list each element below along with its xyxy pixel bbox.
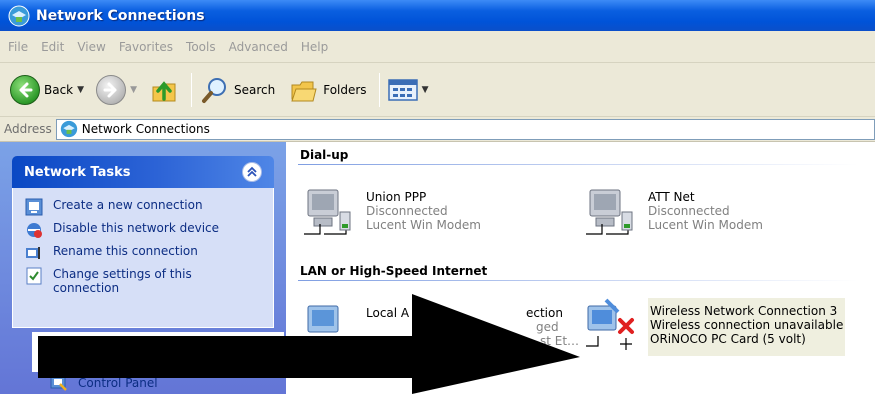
network-connections-icon (8, 5, 30, 26)
title-bar[interactable]: Network Connections (0, 0, 875, 31)
control-panel-link[interactable]: Control Panel (50, 374, 158, 392)
network-connections-icon (60, 120, 77, 138)
connection-name: ATT Net (648, 190, 695, 204)
other-places-panel (32, 332, 284, 372)
connection-status: Wireless connection unavailable (650, 318, 844, 332)
task-label: Rename this connection (53, 244, 198, 258)
task-pane: Network Tasks Create a new connection Di… (0, 142, 286, 394)
disable-device-icon (27, 223, 42, 238)
connection-att-net[interactable]: ATT Net Disconnected Lucent Win Modem (582, 184, 763, 242)
network-tasks-title: Network Tasks (24, 164, 131, 180)
search-button[interactable]: Search (200, 70, 275, 110)
connection-device-tail: st Et… (540, 334, 580, 348)
connection-name: Local A (366, 306, 410, 320)
menu-bar: File Edit View Favorites Tools Advanced … (0, 31, 875, 63)
up-folder-button[interactable] (149, 70, 179, 110)
connection-device: Lucent Win Modem (366, 218, 481, 232)
address-label: Address (4, 122, 52, 136)
menu-help[interactable]: Help (301, 40, 328, 54)
connection-name: Union PPP (366, 190, 427, 204)
address-value: Network Connections (81, 122, 210, 136)
forward-dropdown-icon[interactable]: ▼ (130, 85, 137, 95)
forward-button[interactable]: ▼ (96, 70, 137, 110)
dialup-modem-icon (304, 189, 351, 235)
lan-connection-icon (307, 305, 339, 333)
task-label: Change settings of this connection (53, 267, 192, 295)
menu-favorites[interactable]: Favorites (119, 40, 173, 54)
connection-device: ORiNOCO PC Card (5 volt) (650, 332, 806, 346)
settings-checklist-icon (26, 267, 42, 285)
folders-icon (291, 81, 317, 101)
new-connection-icon (25, 198, 43, 216)
network-tasks-panel: Network Tasks Create a new connection Di… (12, 156, 274, 328)
up-folder-icon (152, 80, 176, 101)
task-label: Disable this network device (53, 221, 220, 235)
group-divider (298, 280, 858, 281)
forward-arrow-icon (96, 74, 127, 105)
search-label: Search (233, 82, 276, 97)
toolbar: Back ▼ ▼ Search Folders ▼ (0, 63, 875, 117)
task-change-settings[interactable]: Change settings of this connection (25, 267, 273, 295)
back-dropdown-icon[interactable]: ▼ (77, 85, 84, 95)
collapse-chevron-icon[interactable] (242, 162, 262, 182)
connection-status: Disconnected (648, 204, 730, 218)
dialup-modem-icon (586, 189, 633, 235)
connection-name-tail: ection (526, 306, 563, 320)
back-button[interactable]: Back ▼ (10, 70, 84, 110)
menu-view[interactable]: View (77, 40, 105, 54)
group-divider (298, 164, 858, 165)
window-title: Network Connections (36, 7, 205, 24)
connections-view: Dial-up Union PPP Disconnected Lucent Wi… (286, 142, 875, 394)
connection-local-area[interactable]: Local A ection ged st Et… (300, 300, 606, 358)
selected-connection-text: Wireless Network Connection 3 Wireless c… (648, 298, 846, 356)
group-dialup-title: Dial-up (300, 148, 349, 162)
search-icon (201, 77, 226, 103)
connection-name: Wireless Network Connection 3 (650, 304, 838, 318)
folders-button[interactable]: Folders (289, 70, 367, 110)
task-rename-connection[interactable]: Rename this connection (25, 244, 273, 262)
control-panel-label: Control Panel (78, 376, 158, 390)
control-panel-icon (50, 375, 67, 391)
toolbar-separator (378, 72, 380, 107)
folders-label: Folders (323, 82, 367, 97)
network-tasks-header[interactable]: Network Tasks (12, 156, 274, 188)
task-create-connection[interactable]: Create a new connection (25, 198, 273, 216)
menu-edit[interactable]: Edit (41, 40, 64, 54)
views-icon (387, 78, 418, 101)
address-bar: Address Network Connections (0, 117, 875, 142)
network-tasks-list: Create a new connection Disable this net… (12, 188, 274, 328)
menu-file[interactable]: File (8, 40, 28, 54)
connection-status-tail: ged (536, 320, 559, 334)
views-dropdown-icon[interactable]: ▼ (422, 85, 429, 95)
toolbar-separator (190, 72, 192, 107)
connection-union-ppp[interactable]: Union PPP Disconnected Lucent Win Modem (300, 184, 481, 242)
task-label: Create a new connection (53, 198, 203, 212)
task-disable-device[interactable]: Disable this network device (25, 221, 273, 239)
views-button[interactable]: ▼ (387, 70, 429, 110)
menu-tools[interactable]: Tools (186, 40, 216, 54)
wireless-disconnected-icon (586, 298, 634, 350)
back-label: Back (44, 82, 74, 97)
connection-wireless-3[interactable]: Wireless Network Connection 3 Wireless c… (582, 298, 846, 356)
rename-icon (26, 247, 40, 259)
back-arrow-icon (10, 74, 40, 105)
connection-status: Disconnected (366, 204, 448, 218)
address-input[interactable]: Network Connections (55, 118, 875, 140)
connection-device: Lucent Win Modem (648, 218, 763, 232)
menu-advanced[interactable]: Advanced (229, 40, 288, 54)
group-lan-title: LAN or High-Speed Internet (300, 264, 488, 278)
